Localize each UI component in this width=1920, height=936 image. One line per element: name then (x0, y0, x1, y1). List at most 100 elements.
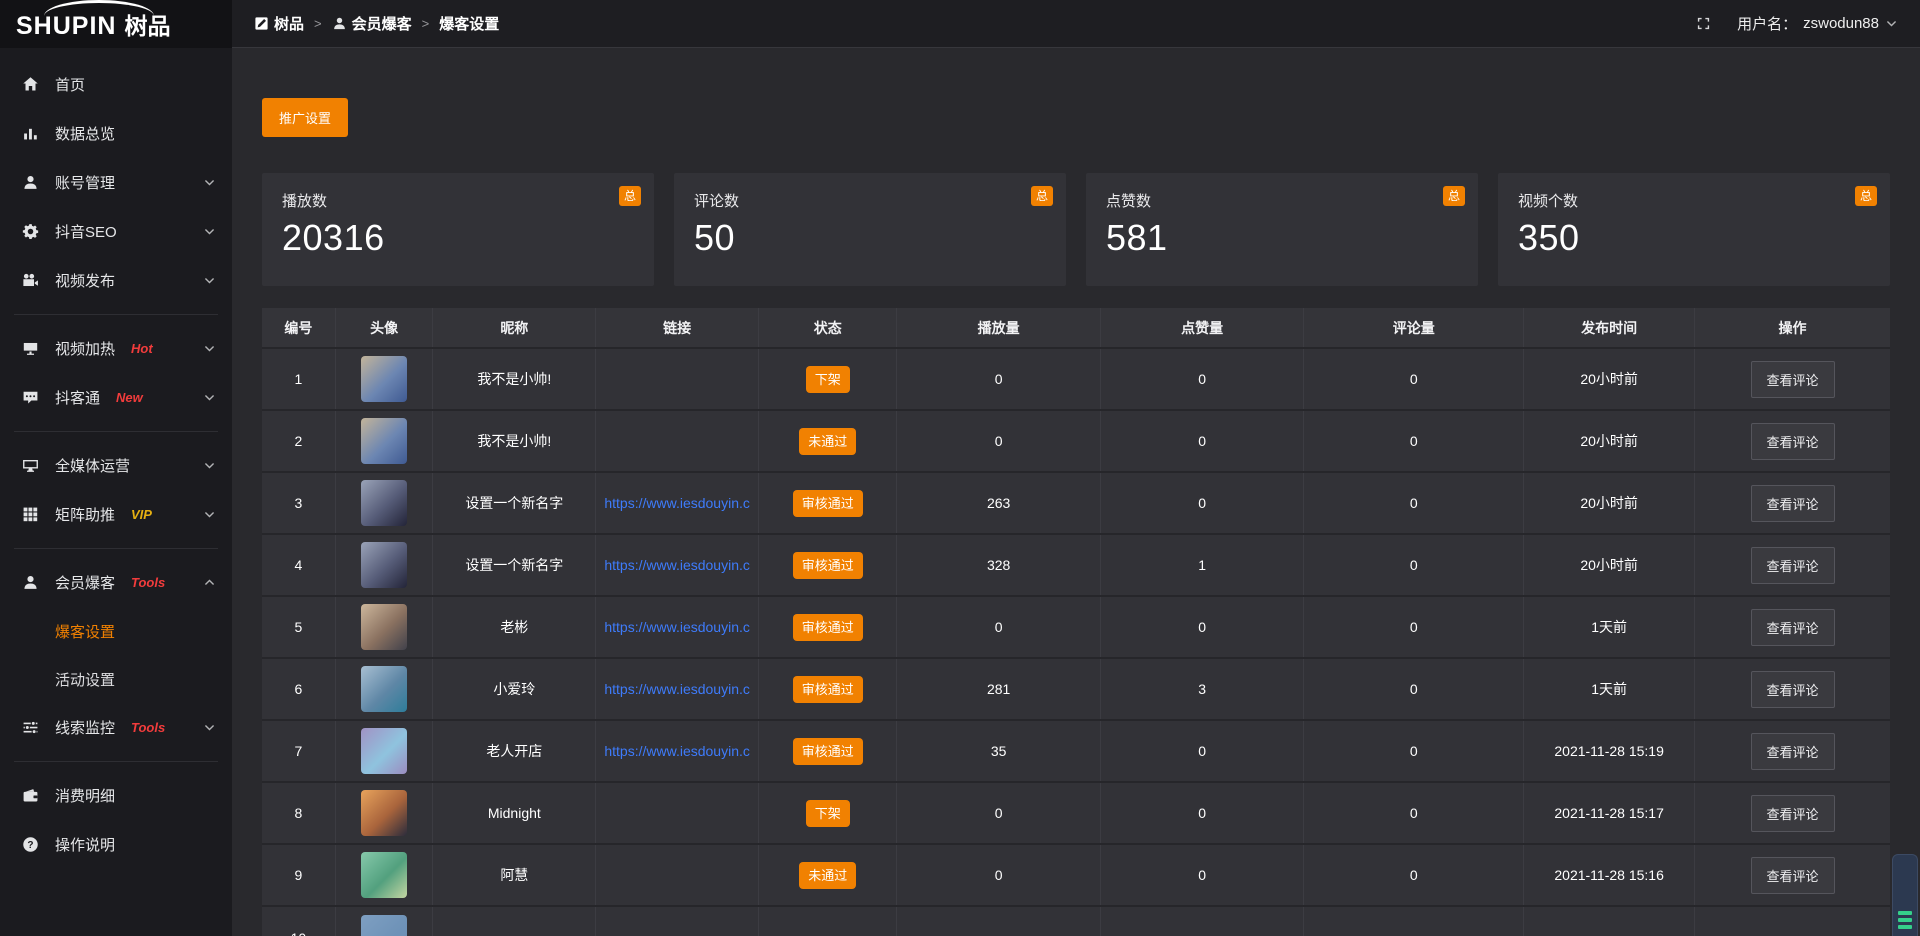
video-link[interactable]: https://www.iesdouyin.c (600, 743, 754, 759)
cell-comments: 0 (1304, 720, 1524, 782)
cell-avatar (335, 720, 433, 782)
equalizer-icon (1898, 911, 1912, 915)
cell-publish-time: 20小时前 (1524, 410, 1695, 472)
cell-status: 下架 (759, 348, 897, 410)
floating-widget[interactable] (1892, 854, 1918, 936)
cell-avatar (335, 658, 433, 720)
video-link[interactable]: https://www.iesdouyin.c (600, 619, 754, 635)
cell-avatar (335, 844, 433, 906)
cell-actions: 查看评论 (1695, 534, 1890, 596)
topbar: 树品>会员爆客>爆客设置 用户名： zswodun88 (232, 0, 1920, 48)
breadcrumb-item-3[interactable]: 爆客设置 (439, 13, 499, 34)
table-row: 6小爱玲https://www.iesdouyin.c审核通过281301天前查… (262, 658, 1890, 720)
sidebar-subitem-baoke-settings[interactable]: 爆客设置 (0, 607, 232, 655)
cell-plays: 0 (897, 410, 1101, 472)
cell-likes: 0 (1100, 348, 1304, 410)
sidebar-item-clue-monitor[interactable]: 线索监控Tools (0, 703, 232, 752)
view-comments-button[interactable]: 查看评论 (1751, 733, 1835, 770)
view-comments-button[interactable]: 查看评论 (1751, 423, 1835, 460)
avatar (361, 728, 407, 774)
cell-status: 未通过 (759, 844, 897, 906)
video-table: 编号头像昵称链接状态播放量点赞量评论量发布时间操作 1我不是小帅!下架00020… (262, 308, 1890, 936)
video-link[interactable]: https://www.iesdouyin.c (600, 495, 754, 511)
display-icon (22, 340, 40, 358)
breadcrumb-item-1[interactable]: 树品 (254, 13, 304, 34)
cell-status: 下架 (759, 782, 897, 844)
view-comments-button[interactable]: 查看评论 (1751, 795, 1835, 832)
dashboard-icon (254, 16, 269, 31)
logo-arc-decoration (44, 0, 154, 16)
cell-status: 审核通过 (759, 596, 897, 658)
sliders-icon (22, 719, 40, 737)
status-badge: 审核通过 (793, 614, 863, 641)
sidebar-item-consumption-details[interactable]: 消费明细 (0, 771, 232, 820)
cell-comments: 0 (1304, 534, 1524, 596)
cell-id: 9 (262, 844, 335, 906)
sidebar-divider (14, 761, 218, 762)
cell-publish-time: 1天前 (1524, 658, 1695, 720)
view-comments-button[interactable]: 查看评论 (1751, 609, 1835, 646)
sidebar-item-media-operation[interactable]: 全媒体运营 (0, 441, 232, 490)
cell-nickname: 设置一个新名字 (433, 534, 596, 596)
sidebar: SHUPIN 树品 首页数据总览账号管理抖音SEO 视频发布视频加热Hot抖客通N… (0, 0, 232, 936)
promo-settings-button[interactable]: 推广设置 (262, 98, 348, 137)
sidebar-item-douyin-seo[interactable]: 抖音SEO (0, 207, 232, 256)
sidebar-item-home[interactable]: 首页 (0, 60, 232, 109)
view-comments-button[interactable]: 查看评论 (1751, 485, 1835, 522)
sidebar-item-label: 视频发布 (55, 270, 115, 291)
cell-avatar (335, 596, 433, 658)
cell-plays: 35 (897, 720, 1101, 782)
video-icon (22, 272, 40, 290)
breadcrumb-item-2[interactable]: 会员爆客 (332, 13, 412, 34)
user-icon (332, 16, 347, 31)
sidebar-nav: 首页数据总览账号管理抖音SEO 视频发布视频加热Hot抖客通New 全媒体运营矩阵助… (0, 48, 232, 869)
view-comments-button[interactable]: 查看评论 (1751, 547, 1835, 584)
avatar (361, 604, 407, 650)
view-comments-button[interactable]: 查看评论 (1751, 671, 1835, 708)
table-row: 5老彬https://www.iesdouyin.c审核通过0001天前查看评论 (262, 596, 1890, 658)
cell-publish-time (1524, 906, 1695, 936)
sidebar-item-video-publish[interactable]: 视频发布 (0, 256, 232, 305)
cell-plays: 0 (897, 348, 1101, 410)
sidebar-item-label: 账号管理 (55, 172, 115, 193)
sidebar-item-matrix-boost[interactable]: 矩阵助推VIP (0, 490, 232, 539)
table-row: 2我不是小帅!未通过00020小时前查看评论 (262, 410, 1890, 472)
column-header: 昵称 (433, 308, 596, 348)
cell-link: https://www.iesdouyin.c (596, 596, 759, 658)
cell-nickname: 小爱玲 (433, 658, 596, 720)
sidebar-item-douketong[interactable]: 抖客通New (0, 373, 232, 422)
sidebar-item-video-heat[interactable]: 视频加热Hot (0, 324, 232, 373)
avatar (361, 915, 407, 936)
app-logo[interactable]: SHUPIN 树品 (0, 0, 232, 48)
stat-card-title: 播放数 (282, 190, 634, 211)
video-link[interactable]: https://www.iesdouyin.c (600, 681, 754, 697)
sidebar-item-account-management[interactable]: 账号管理 (0, 158, 232, 207)
sidebar-item-operation-guide[interactable]: ?操作说明 (0, 820, 232, 869)
cell-likes: 0 (1100, 844, 1304, 906)
cell-comments: 0 (1304, 410, 1524, 472)
user-menu[interactable]: 用户名： zswodun88 (1737, 13, 1898, 34)
column-header: 链接 (596, 308, 759, 348)
sidebar-item-tag: VIP (131, 507, 152, 522)
cell-publish-time: 1天前 (1524, 596, 1695, 658)
cell-likes: 0 (1100, 720, 1304, 782)
stat-card-value: 581 (1106, 217, 1458, 259)
sidebar-item-data-overview[interactable]: 数据总览 (0, 109, 232, 158)
avatar (361, 790, 407, 836)
column-header: 操作 (1695, 308, 1890, 348)
fullscreen-icon[interactable] (1696, 16, 1711, 31)
view-comments-button[interactable]: 查看评论 (1751, 361, 1835, 398)
cell-plays: 328 (897, 534, 1101, 596)
equalizer-icon (1898, 918, 1912, 922)
avatar (361, 852, 407, 898)
cell-link (596, 782, 759, 844)
cell-nickname: 阿慧 (433, 844, 596, 906)
main-content: 推广设置 播放数20316总评论数50总点赞数581总视频个数350总 编号头像… (232, 48, 1920, 936)
sidebar-item-member-baoke[interactable]: 会员爆客Tools (0, 558, 232, 607)
sidebar-subitem-activity-settings[interactable]: 活动设置 (0, 655, 232, 703)
view-comments-button[interactable]: 查看评论 (1751, 857, 1835, 894)
table-row: 10 (262, 906, 1890, 936)
chevron-down-icon (1885, 17, 1898, 30)
video-link[interactable]: https://www.iesdouyin.c (600, 557, 754, 573)
cell-id: 4 (262, 534, 335, 596)
